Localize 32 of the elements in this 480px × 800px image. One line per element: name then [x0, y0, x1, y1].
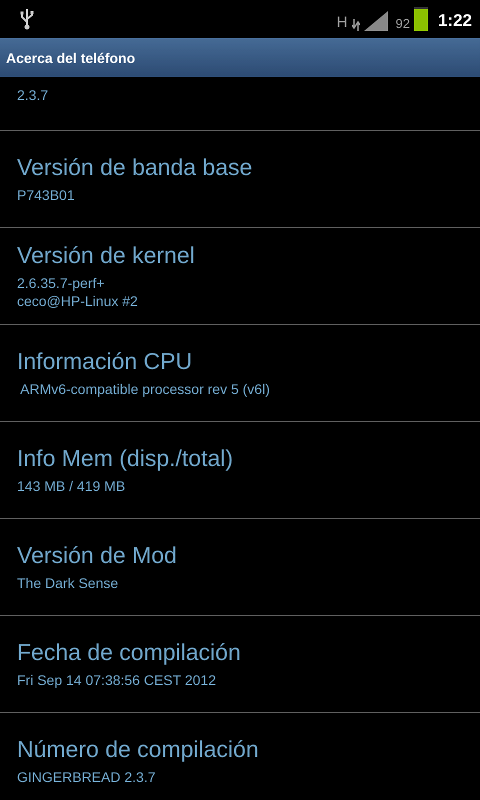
item-title: Información CPU — [17, 348, 194, 375]
item-summary: P743B01 — [17, 186, 76, 204]
item-summary: Fri Sep 14 07:38:56 CEST 2012 — [17, 671, 217, 689]
settings-item[interactable]: Versión de Mod The Dark Sense — [0, 519, 480, 616]
settings-item[interactable]: 2.3.7 — [0, 77, 480, 131]
usb-icon — [20, 8, 34, 30]
settings-item[interactable]: Información CPU ARMv6-compatible processor rev 5 (v6l) — [0, 325, 480, 422]
settings-item[interactable]: Fecha de compilación Fri Sep 14 07:38:56 CEST 2012 — [0, 616, 480, 713]
settings-item[interactable]: Número de compilación GINGERBREAD 2.3.7 — [0, 713, 480, 800]
item-summary: 143 MB / 419 MB — [17, 477, 126, 495]
item-summary: 2.6.35.7-perf+ — [17, 274, 106, 292]
item-summary: ARMv6-compatible processor rev 5 (v6l) — [19, 380, 271, 398]
settings-item[interactable]: Info Mem (disp./total) 143 MB / 419 MB — [0, 422, 480, 519]
settings-item[interactable]: Versión de banda base P743B01 — [0, 131, 480, 228]
item-title: Versión de banda base — [17, 154, 254, 181]
data-arrows-icon — [352, 19, 360, 31]
signal-icon — [364, 11, 388, 31]
clock: 1:22 — [438, 11, 472, 31]
item-title: Fecha de compilación — [17, 639, 242, 666]
battery-icon — [414, 7, 428, 31]
network-type: H — [336, 14, 348, 31]
item-summary: 2.3.7 — [17, 86, 50, 104]
item-summary: The Dark Sense — [17, 574, 120, 592]
item-summary: ceco@HP-Linux #2 — [17, 292, 139, 310]
item-title: Info Mem (disp./total) — [17, 445, 234, 472]
item-summary: GINGERBREAD 2.3.7 — [17, 768, 156, 786]
item-title: Versión de kernel — [17, 242, 196, 269]
battery-percent: 92 — [396, 16, 410, 31]
item-title: Versión de Mod — [17, 542, 178, 569]
screen-title: Acerca del teléfono — [6, 50, 136, 66]
settings-item[interactable]: Versión de kernel 2.6.35.7-perf+ ceco@HP-Linux #2 — [0, 228, 480, 325]
item-title: Número de compilación — [17, 736, 260, 763]
